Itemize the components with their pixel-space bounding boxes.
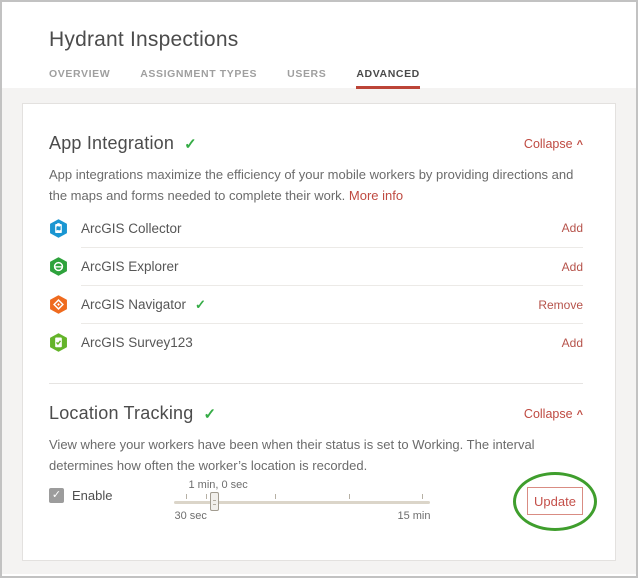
content-background: App Integration ✓ Collapse ^ App integra… bbox=[2, 88, 636, 574]
app-name: ArcGIS Collector bbox=[81, 221, 182, 236]
slider-handle[interactable] bbox=[210, 492, 219, 511]
location-tracking-controls: ✓ Enable 1 min, 0 sec 30 sec 15 min Upda… bbox=[49, 477, 583, 529]
page-title: Hydrant Inspections bbox=[49, 28, 636, 52]
description-text: App integrations maximize the efficiency… bbox=[49, 167, 573, 203]
app-row-survey123: ArcGIS Survey123 Add bbox=[81, 323, 583, 361]
app-name: ArcGIS Navigator bbox=[81, 297, 186, 312]
app-add-link[interactable]: Add bbox=[562, 336, 583, 350]
section-divider bbox=[49, 383, 583, 384]
more-info-link[interactable]: More info bbox=[349, 188, 403, 203]
app-name: ArcGIS Explorer bbox=[81, 259, 179, 274]
slider-tick bbox=[422, 494, 423, 499]
update-button-area: Update bbox=[527, 487, 583, 515]
app-integration-description: App integrations maximize the efficiency… bbox=[49, 164, 583, 206]
collapse-label: Collapse bbox=[524, 137, 573, 151]
app-list: ArcGIS Collector Add ArcGIS Explorer Add bbox=[49, 209, 583, 361]
app-row-collector: ArcGIS Collector Add bbox=[49, 209, 583, 247]
tab-advanced[interactable]: ADVANCED bbox=[356, 68, 420, 89]
interval-slider: 1 min, 0 sec 30 sec 15 min bbox=[174, 477, 430, 529]
section-check-icon: ✓ bbox=[203, 405, 216, 423]
app-row-navigator: ArcGIS Navigator ✓ Remove bbox=[81, 285, 583, 323]
location-tracking-title: Location Tracking bbox=[49, 403, 193, 424]
page-header: Hydrant Inspections OVERVIEW ASSIGNMENT … bbox=[2, 2, 636, 88]
tab-users[interactable]: USERS bbox=[287, 68, 326, 89]
app-row-explorer: ArcGIS Explorer Add bbox=[81, 247, 583, 285]
update-button[interactable]: Update bbox=[527, 487, 583, 515]
section-check-icon: ✓ bbox=[184, 135, 197, 153]
enable-group: ✓ Enable bbox=[49, 488, 112, 503]
slider-min-label: 30 sec bbox=[174, 510, 206, 522]
app-integration-collapse-link[interactable]: Collapse ^ bbox=[524, 137, 583, 151]
collapse-label: Collapse bbox=[524, 407, 573, 421]
enable-label: Enable bbox=[72, 488, 112, 503]
app-integration-title: App Integration bbox=[49, 133, 174, 154]
tab-bar: OVERVIEW ASSIGNMENT TYPES USERS ADVANCED bbox=[49, 68, 636, 89]
collector-icon bbox=[49, 219, 68, 238]
tab-assignment-types[interactable]: ASSIGNMENT TYPES bbox=[140, 68, 257, 89]
location-tracking-header: Location Tracking ✓ Collapse ^ bbox=[49, 403, 583, 424]
slider-tick bbox=[206, 494, 207, 499]
integrated-check-icon: ✓ bbox=[195, 297, 206, 313]
tab-overview[interactable]: OVERVIEW bbox=[49, 68, 110, 89]
caret-up-icon: ^ bbox=[577, 139, 583, 151]
slider-tick bbox=[275, 494, 276, 499]
app-integration-header: App Integration ✓ Collapse ^ bbox=[49, 133, 583, 154]
slider-max-label: 15 min bbox=[397, 510, 430, 522]
settings-card: App Integration ✓ Collapse ^ App integra… bbox=[22, 103, 616, 561]
survey123-icon bbox=[49, 333, 68, 352]
app-name: ArcGIS Survey123 bbox=[81, 335, 193, 350]
slider-tick bbox=[186, 494, 187, 499]
caret-up-icon: ^ bbox=[577, 409, 583, 421]
app-add-link[interactable]: Add bbox=[562, 221, 583, 235]
explorer-icon bbox=[49, 257, 68, 276]
app-add-link[interactable]: Add bbox=[562, 260, 583, 274]
location-tracking-description: View where your workers have been when t… bbox=[49, 434, 583, 476]
navigator-icon bbox=[49, 295, 68, 314]
slider-tick bbox=[349, 494, 350, 499]
app-remove-link[interactable]: Remove bbox=[538, 298, 583, 312]
slider-value-label: 1 min, 0 sec bbox=[188, 479, 247, 491]
enable-checkbox[interactable]: ✓ bbox=[49, 488, 64, 503]
location-tracking-collapse-link[interactable]: Collapse ^ bbox=[524, 407, 583, 421]
